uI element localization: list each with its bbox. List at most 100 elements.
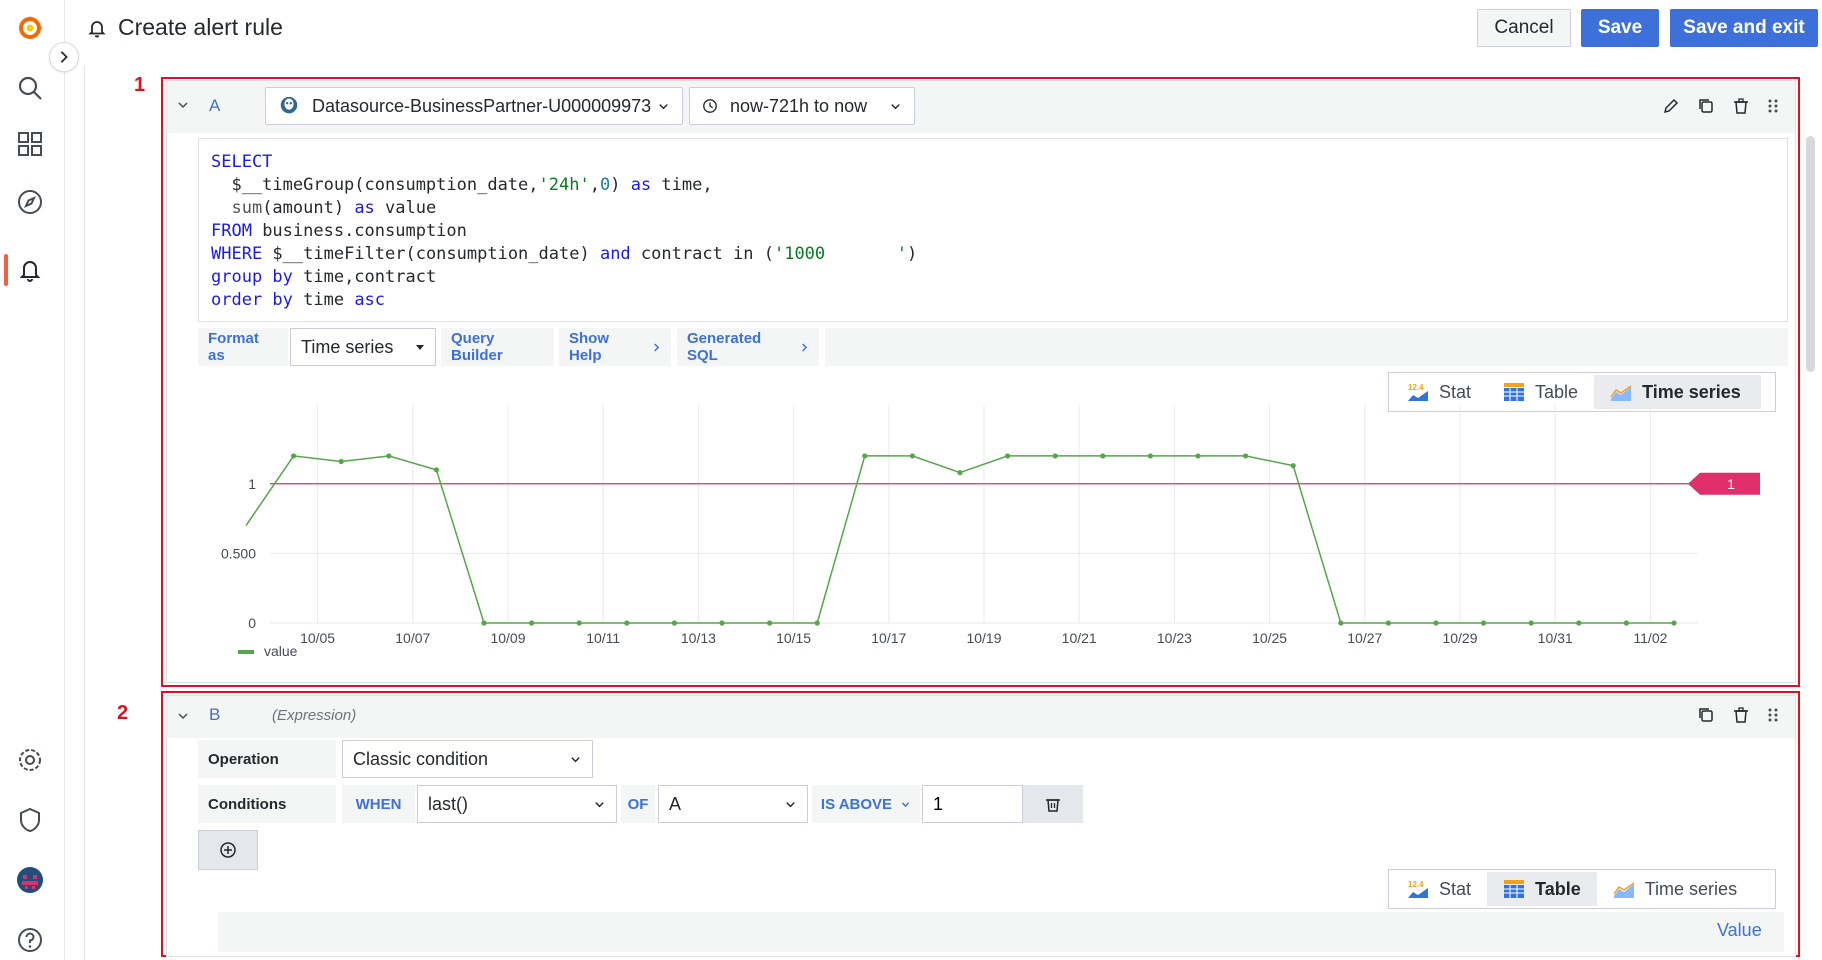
x-tick-label: 10/19 [966,630,1001,646]
data-point [719,620,725,626]
chevron-down-icon [891,103,900,109]
viz-timeseries-option[interactable]: Time series [1597,872,1753,906]
query-ref-value: A [669,793,682,814]
reducer-select[interactable]: last() [417,785,617,823]
viz-timeseries-option[interactable]: Time series [1594,375,1761,409]
bell-icon [86,17,108,39]
postgres-icon [280,96,298,114]
sql-keyword: WHERE [211,244,263,264]
duplicate-icon[interactable] [1695,95,1717,117]
chevron-down-icon [786,801,795,807]
x-tick-label: 10/31 [1538,630,1573,646]
y-tick-label: 0 [248,615,256,631]
chart-legend[interactable]: value [238,643,298,659]
duplicate-icon[interactable] [1695,704,1717,726]
data-point [957,470,963,476]
sql-keyword: SELECT [211,152,273,172]
viz-stat-option[interactable]: 12.4 Stat [1391,872,1487,906]
scrollbar-thumb[interactable] [1806,136,1815,372]
drag-handle-icon[interactable] [1762,95,1784,117]
alerting-icon[interactable] [12,252,48,288]
chevron-down-icon [571,756,580,762]
drag-handle-icon[interactable] [1762,704,1784,726]
threshold-handle[interactable] [1688,472,1760,495]
stat-icon: 12.4 [1408,880,1428,898]
dashboards-icon[interactable] [12,126,48,162]
x-tick-label: 10/11 [586,630,620,646]
data-point [1338,620,1344,626]
sql-text: time, [651,175,713,195]
save-button[interactable]: Save [1581,9,1659,47]
annotation-marker-2: 2 [117,702,129,724]
y-tick-label: 1 [248,476,256,492]
of-label: OF [621,785,655,823]
chevron-down-icon [659,103,668,109]
viz-table-option[interactable]: Table [1487,872,1597,906]
format-as-value: Time series [301,336,394,357]
data-point [529,620,535,626]
data-point [386,453,392,459]
threshold-input[interactable] [922,785,1023,823]
data-point [1005,453,1011,459]
evaluator-select[interactable]: IS ABOVE [812,785,920,823]
cancel-button[interactable]: Cancel [1477,9,1571,47]
sql-text: $__timeGroup(consumption_date, [211,175,539,195]
x-tick-label: 10/17 [871,630,906,646]
stat-icon: 12.4 [1408,383,1428,401]
timeseries-icon [1613,882,1635,898]
format-as-select[interactable]: Time series [290,328,436,366]
data-point [1481,620,1487,626]
search-icon[interactable] [12,70,48,106]
data-point [1576,620,1582,626]
query-b-ref-id[interactable]: B [209,705,220,725]
edit-pencil-icon[interactable] [1660,95,1682,117]
query-b-header [167,696,1795,738]
query-builder-button[interactable]: Query Builder [441,328,554,366]
trash-icon[interactable] [1730,95,1752,117]
grafana-logo-icon[interactable] [12,10,48,46]
show-help-button[interactable]: Show Help [559,328,671,366]
chevron-right-icon [654,342,660,352]
x-tick-label: 10/15 [776,630,811,646]
sql-text: contract in ( [630,244,774,264]
shield-icon[interactable] [12,802,48,838]
data-point [671,620,677,626]
trash-icon[interactable] [1730,704,1752,726]
data-point [338,458,344,465]
save-and-exit-button[interactable]: Save and exit [1670,9,1818,47]
sql-number: 0 [599,175,611,195]
generated-sql-label: Generated SQL [687,330,762,364]
avatar[interactable] [12,862,48,898]
datasource-picker[interactable]: Datasource-BusinessPartner-U000009973 [265,87,683,125]
sql-text: ) [907,244,918,264]
collapse-chevron-icon[interactable] [176,98,190,112]
threshold-line: 1 [270,472,1760,495]
explore-icon[interactable] [12,184,48,220]
generated-sql-button[interactable]: Generated SQL [677,328,819,366]
data-point [1433,620,1439,626]
caret-down-icon [416,345,424,350]
collapse-chevron-icon[interactable] [176,709,190,723]
series-value [245,453,1677,626]
viz-timeseries-label: Time series [1644,878,1738,899]
sql-editor[interactable]: SELECT $__timeGroup(consumption_date,'24… [198,138,1788,322]
clock-icon [703,99,717,113]
data-point [1528,620,1534,626]
time-range-picker[interactable]: now-721h to now [689,87,915,125]
sql-string: '1000 ' [773,244,908,264]
svg-text:12.4: 12.4 [1408,880,1424,889]
add-condition-button[interactable] [198,830,258,870]
x-tick-label: 10/23 [1157,630,1192,646]
delete-condition-button[interactable] [1023,785,1083,823]
viz-table-option[interactable]: Table [1487,375,1594,409]
data-point [862,453,868,459]
operation-label: Operation [198,740,336,778]
help-icon[interactable] [12,922,48,958]
operation-select[interactable]: Classic condition [342,740,593,778]
query-ref-select[interactable]: A [658,785,808,823]
table-column-value[interactable]: Value [1717,920,1762,941]
annotation-marker-1: 1 [134,74,146,96]
query-a-ref-id[interactable]: A [209,96,220,116]
settings-icon[interactable] [12,742,48,778]
viz-stat-option[interactable]: 12.4 Stat [1391,375,1487,409]
